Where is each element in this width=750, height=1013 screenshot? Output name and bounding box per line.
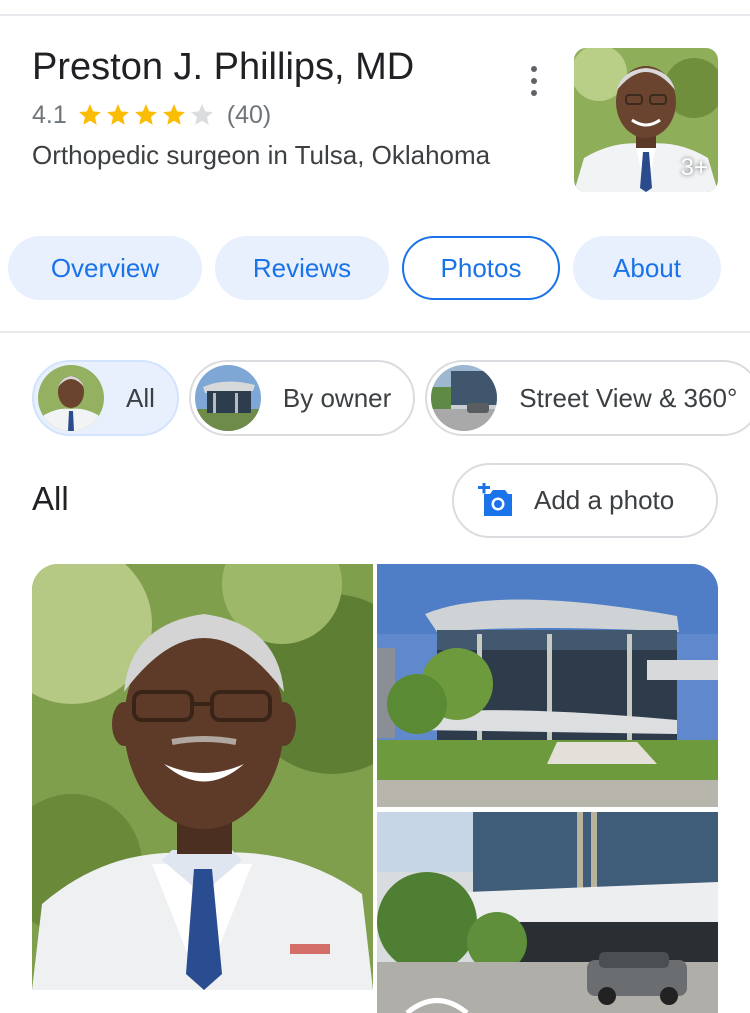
tab-reviews[interactable]: Reviews [215, 236, 389, 300]
photo-doctor-portrait[interactable] [32, 564, 373, 990]
add-photo-camera-icon [478, 482, 512, 516]
rating-row[interactable]: 4.1 (40) [32, 98, 271, 132]
rating-value: 4.1 [32, 100, 67, 129]
header-photo-thumbnail[interactable]: 3+ [574, 48, 718, 192]
tab-overview[interactable]: Overview [8, 236, 202, 300]
star-filled-icon [162, 104, 185, 125]
chip-street-view-label: Street View & 360° [519, 382, 738, 413]
place-title: Preston J. Phillips, MD [32, 46, 415, 88]
photos-section-heading: All [32, 480, 69, 517]
star-empty-icon [190, 104, 213, 125]
doctor-portrait-photo [32, 564, 373, 990]
more-photos-count: 3+ [680, 154, 708, 181]
more-options-icon[interactable] [522, 66, 546, 96]
chip-street-view-avatar [431, 365, 498, 431]
chip-street-view[interactable]: Street View & 360° [425, 360, 750, 436]
review-count[interactable]: (40) [227, 101, 271, 130]
section-divider [0, 331, 750, 333]
building-photo [377, 564, 718, 807]
star-filled-icon [78, 104, 101, 125]
chip-by-owner-avatar [194, 365, 261, 431]
star-filled-icon [134, 104, 157, 125]
photo-street-view[interactable] [377, 812, 718, 1013]
add-photo-label: Add a photo [534, 485, 675, 515]
place-category: Orthopedic surgeon in Tulsa, Oklahoma [32, 140, 491, 170]
chip-all-avatar [38, 365, 104, 431]
chip-by-owner-label: By owner [282, 382, 392, 413]
add-photo-button[interactable]: Add a photo [452, 463, 718, 538]
chip-by-owner[interactable]: By owner [188, 360, 416, 436]
place-tabs: Overview Reviews Photos About [8, 236, 734, 300]
photo-filter-chips: All By owner Street View & 360° [32, 360, 750, 436]
photo-building-exterior[interactable] [377, 564, 718, 807]
tab-about[interactable]: About [573, 236, 721, 300]
street-view-photo [377, 812, 718, 1013]
chip-all-label: All [126, 382, 155, 413]
top-divider [0, 14, 750, 16]
chip-all[interactable]: All [32, 360, 179, 436]
tab-photos[interactable]: Photos [402, 236, 560, 300]
star-filled-icon [106, 104, 129, 125]
rating-stars [77, 102, 217, 128]
